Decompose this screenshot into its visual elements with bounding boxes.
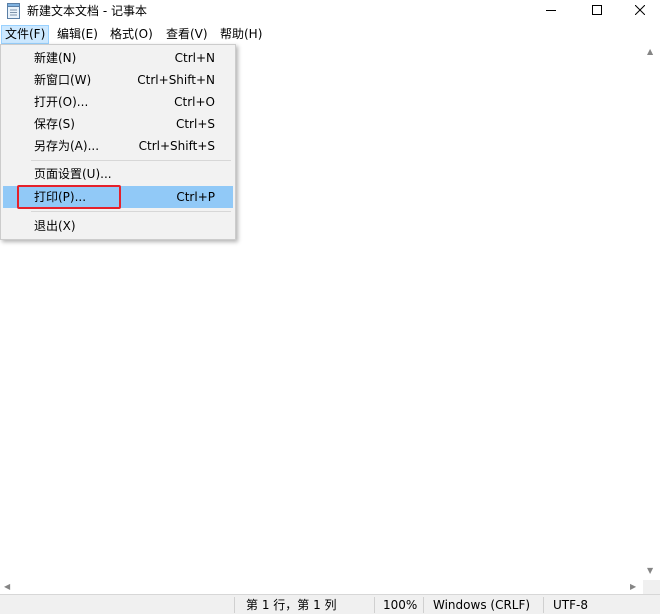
vertical-scrollbar[interactable]: ▲ ▼ [643, 44, 660, 580]
menu-edit[interactable]: 编辑(E) [54, 25, 101, 44]
scroll-up-icon[interactable]: ▲ [647, 47, 653, 57]
menu-item-new[interactable]: 新建(N) Ctrl+N [3, 47, 233, 69]
horizontal-scrollbar[interactable]: ◀ ▶ [0, 580, 643, 594]
minimize-icon [546, 4, 556, 18]
menu-item-shortcut: Ctrl+N [174, 51, 215, 65]
menu-item-shortcut: Ctrl+O [174, 95, 215, 109]
menu-file[interactable]: 文件(F) [1, 25, 50, 44]
menu-item-label: 打开(O)... [34, 95, 89, 109]
window-title: 新建文本文档 - 记事本 [27, 4, 147, 18]
menu-item-shortcut: Ctrl+S [175, 117, 215, 131]
maximize-button[interactable] [574, 0, 620, 22]
menu-item-save[interactable]: 保存(S) Ctrl+S [3, 113, 233, 135]
notepad-icon [7, 3, 20, 19]
menu-view[interactable]: 查看(V) [163, 25, 211, 44]
status-cursor-position: 第 1 行，第 1 列 [246, 598, 337, 612]
close-icon [634, 4, 646, 18]
menu-item-label: 页面设置(U)... [34, 167, 112, 181]
file-menu-dropdown: 新建(N) Ctrl+N 新窗口(W) Ctrl+Shift+N 打开(O)..… [0, 44, 236, 240]
scroll-left-icon[interactable]: ◀ [4, 582, 10, 592]
title-bar[interactable]: 新建文本文档 - 记事本 [0, 0, 660, 24]
menu-separator [31, 160, 231, 161]
status-divider [234, 597, 235, 613]
maximize-icon [592, 4, 602, 18]
menu-item-save-as[interactable]: 另存为(A)... Ctrl+Shift+S [3, 135, 233, 157]
menu-item-open[interactable]: 打开(O)... Ctrl+O [3, 91, 233, 113]
close-button[interactable] [620, 0, 660, 22]
status-divider [543, 597, 544, 613]
menu-item-page-setup[interactable]: 页面设置(U)... [3, 163, 233, 185]
status-divider [374, 597, 375, 613]
menu-item-label: 退出(X) [34, 219, 76, 233]
status-zoom: 100% [383, 598, 418, 612]
menu-item-shortcut: Ctrl+P [176, 190, 215, 204]
annotation-highlight-box [17, 185, 121, 209]
menu-format[interactable]: 格式(O) [107, 25, 156, 44]
menu-item-label: 新窗口(W) [34, 73, 92, 87]
minimize-button[interactable] [528, 0, 574, 22]
menu-item-label: 保存(S) [34, 117, 75, 131]
status-encoding: UTF-8 [553, 598, 588, 612]
menu-item-shortcut: Ctrl+Shift+S [138, 139, 215, 153]
menu-item-exit[interactable]: 退出(X) [3, 215, 233, 237]
status-divider [423, 597, 424, 613]
menu-item-shortcut: Ctrl+Shift+N [137, 73, 215, 87]
scroll-corner [643, 580, 660, 594]
menu-item-new-window[interactable]: 新窗口(W) Ctrl+Shift+N [3, 69, 233, 91]
menu-separator [31, 211, 231, 212]
menu-bar: 文件(F) 编辑(E) 格式(O) 查看(V) 帮助(H) [0, 24, 660, 44]
menu-item-label: 另存为(A)... [34, 139, 100, 153]
menu-help[interactable]: 帮助(H) [217, 25, 265, 44]
status-line-ending: Windows (CRLF) [433, 598, 531, 612]
status-bar: 第 1 行，第 1 列 100% Windows (CRLF) UTF-8 [0, 594, 660, 614]
scroll-right-icon[interactable]: ▶ [630, 582, 636, 592]
scroll-down-icon[interactable]: ▼ [647, 566, 653, 576]
menu-item-label: 新建(N) [34, 51, 77, 65]
